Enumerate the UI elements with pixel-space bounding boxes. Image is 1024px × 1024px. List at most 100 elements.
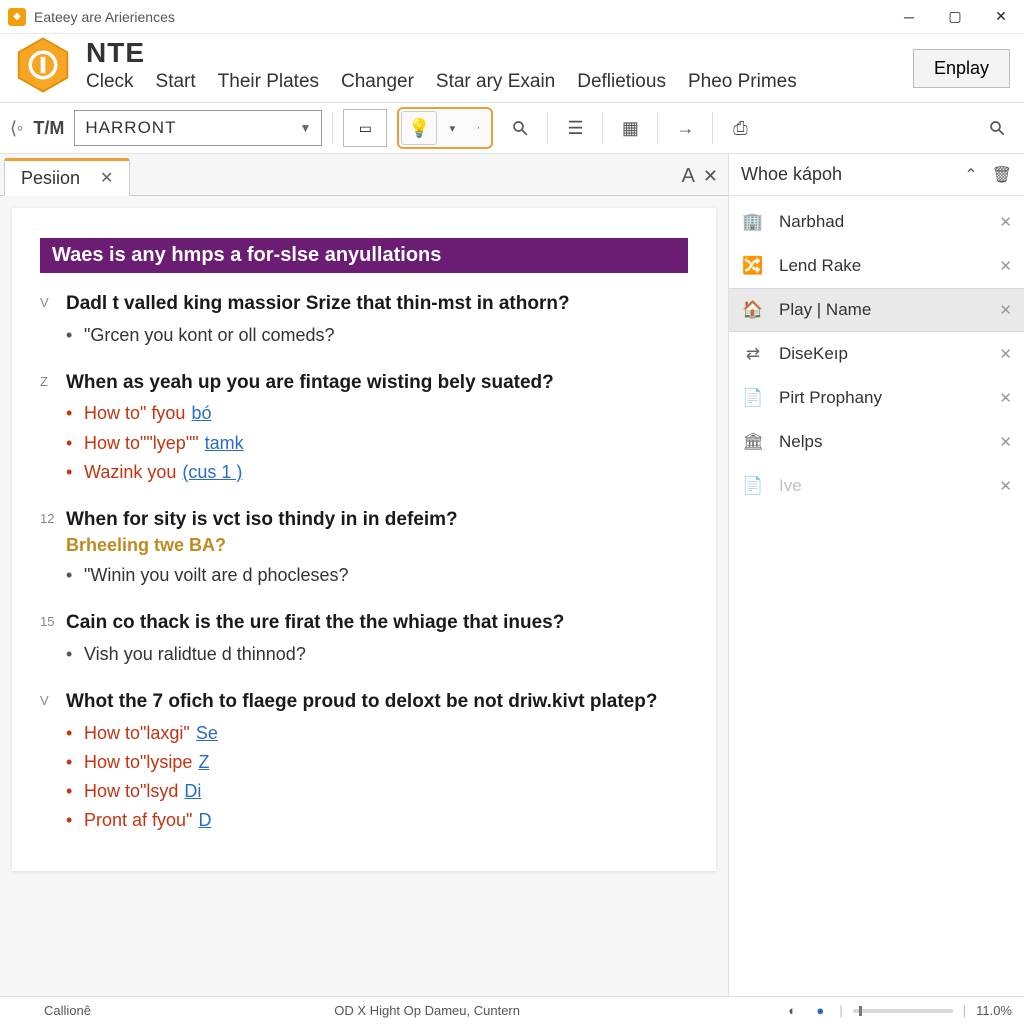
panel-item-close-icon[interactable]: ✕: [999, 433, 1012, 451]
left-pane: Pesiion ✕ A ✕ Waes is any hmps a for-sls…: [0, 154, 728, 996]
question-block: VDadl t valled king massior Srize that t…: [40, 291, 688, 356]
menubar: Cleck Start Their Plates Changer Star ar…: [86, 71, 913, 93]
zoom-slider[interactable]: [853, 1009, 953, 1013]
question-marker: 12: [40, 507, 66, 596]
bulb-icon[interactable]: 💡: [401, 111, 437, 145]
menu-start[interactable]: Start: [156, 71, 196, 93]
panel-item-label: Narbhad: [779, 212, 985, 232]
menu-deflietious[interactable]: Deflietious: [577, 71, 666, 93]
status-center: OD X Hight Op Dameu, Cuntern: [334, 1003, 540, 1018]
status-bar: Callionê OD X Hight Op Dameu, Cuntern ◐ …: [0, 996, 1024, 1024]
panel-item-label: Play | Name: [779, 300, 985, 320]
tab-pesiion[interactable]: Pesiion ✕: [4, 158, 130, 196]
building-icon: 🏢: [741, 210, 765, 234]
bullet-item: Vish you ralidtue d thinnod?: [66, 642, 688, 667]
panel-item-close-icon[interactable]: ✕: [999, 301, 1012, 319]
question-block: 15Cain co thack is the ure firat the the…: [40, 610, 688, 675]
close-button[interactable]: ✕: [978, 0, 1024, 34]
bullet-item: "Grcen you kont or oll comeds?: [66, 323, 688, 348]
panel-item-label: Ive: [779, 476, 985, 496]
tabstrip: Pesiion ✕ A ✕: [0, 154, 728, 196]
bullet-link[interactable]: bó: [191, 401, 211, 426]
question-marker: 15: [40, 610, 66, 675]
tab-label: Pesiion: [21, 168, 80, 189]
app-logo: [14, 36, 72, 94]
font-icon[interactable]: A: [682, 165, 695, 188]
question-marker: V: [40, 689, 66, 841]
menu-cleck[interactable]: Cleck: [86, 71, 134, 93]
grid-icon[interactable]: ▦: [613, 111, 647, 145]
brand-title: NTE: [86, 37, 913, 69]
enplay-button[interactable]: Enplay: [913, 49, 1010, 88]
search-icon[interactable]: [503, 111, 537, 145]
panel-item[interactable]: 📄Pirt Prophany✕: [729, 376, 1024, 420]
building2-icon: 🏛: [741, 430, 765, 454]
panel-item-close-icon[interactable]: ✕: [999, 389, 1012, 407]
panel-item-label: DiseKeıp: [779, 344, 985, 364]
status-right: ◐ ● | | 11.0%: [783, 1002, 1012, 1020]
status-sync-icon[interactable]: ◐: [783, 1002, 801, 1020]
maximize-button[interactable]: ▢: [932, 0, 978, 34]
panel-header: Whoe kápoh ⌃ 🗑: [729, 154, 1024, 196]
bullet-item: Pront af fyou"D: [66, 808, 688, 833]
panel-collapse-icon[interactable]: ⌃: [964, 165, 977, 185]
bullet-item: "Winin you voilt are d phocleses?: [66, 563, 688, 588]
bullet-link[interactable]: Se: [196, 721, 218, 746]
list-icon[interactable]: ☰: [558, 111, 592, 145]
panel-item-close-icon[interactable]: ✕: [999, 477, 1012, 495]
search-right-icon[interactable]: [980, 111, 1014, 145]
status-sep: |: [839, 1003, 842, 1018]
question-block: 12When for sity is vct iso thindy in in …: [40, 507, 688, 596]
bullet-link[interactable]: D: [198, 808, 211, 833]
bullet-link[interactable]: (cus 1 ): [182, 460, 242, 485]
bullet-link[interactable]: Di: [184, 779, 201, 804]
right-panel: Whoe kápoh ⌃ 🗑 🏢Narbhad✕🔀Lend Rake✕🏠Play…: [728, 154, 1024, 996]
document-scroll[interactable]: Waes is any hmps a for-slse anyullations…: [0, 196, 728, 996]
menu-star-ary-exain[interactable]: Star ary Exain: [436, 71, 555, 93]
tool-card-icon[interactable]: ▭: [343, 109, 387, 147]
panel-item-close-icon[interactable]: ✕: [999, 257, 1012, 275]
bulb-more-icon[interactable]: ·: [467, 111, 489, 145]
bullet-item: How to" fyoubó: [66, 401, 688, 426]
question-title: When for sity is vct iso thindy in in de…: [66, 507, 688, 533]
tabstrip-controls: A ✕: [682, 157, 728, 195]
bullet-item: How to"lsydDi: [66, 779, 688, 804]
app-small-icon: ◆: [8, 8, 26, 26]
bullet-item: How to"lysipeZ: [66, 750, 688, 775]
panel-item-label: Nelps: [779, 432, 985, 452]
menu-their-plates[interactable]: Their Plates: [218, 71, 319, 93]
panel-list: 🏢Narbhad✕🔀Lend Rake✕🏠Play | Name✕⇄DiseKe…: [729, 196, 1024, 512]
export-icon[interactable]: ⎙: [723, 111, 757, 145]
status-sep: |: [963, 1003, 966, 1018]
question-block: ZWhen as yeah up you are fintage wisting…: [40, 370, 688, 493]
document-banner: Waes is any hmps a for-slse anyullations: [40, 238, 688, 273]
menu-pheo-primes[interactable]: Pheo Primes: [688, 71, 797, 93]
bullet-link[interactable]: Z: [198, 750, 209, 775]
panel-item[interactable]: 🏛 Nelps ✕: [729, 420, 1024, 464]
panel-item-close-icon[interactable]: ✕: [999, 213, 1012, 231]
nav-back-icon[interactable]: ⟨◦: [10, 118, 23, 139]
panel-item[interactable]: 🏢 Narbhad ✕: [729, 200, 1024, 244]
nav-label: T/M: [33, 118, 64, 139]
panel-item[interactable]: 📄Ive✕: [729, 464, 1024, 508]
panel-item[interactable]: ⇄DiseKeıp✕: [729, 332, 1024, 376]
nav-dropdown[interactable]: HARRONT ▼: [74, 110, 322, 146]
panel-item-close-icon[interactable]: ✕: [999, 345, 1012, 363]
panel-item[interactable]: 🏠Play | Name✕: [729, 288, 1024, 332]
bulb-dropdown-icon[interactable]: ▾: [441, 111, 463, 145]
tab-close-icon[interactable]: ✕: [100, 168, 113, 188]
bullet-item: How to""lyep""tamk: [66, 431, 688, 456]
tool-highlighted-group: 💡 ▾ ·: [397, 107, 493, 149]
pane-close-icon[interactable]: ✕: [703, 166, 718, 187]
menu-changer[interactable]: Changer: [341, 71, 414, 93]
zoom-value[interactable]: 11.0%: [976, 1003, 1012, 1018]
toolbar: ⟨◦ T/M HARRONT ▼ ▭ 💡 ▾ · ☰ ▦ → ⎙: [0, 102, 1024, 154]
panel-trash-icon[interactable]: 🗑: [992, 165, 1012, 185]
bullet-link[interactable]: tamk: [205, 431, 244, 456]
question-title: Cain co thack is the ure firat the the w…: [66, 610, 688, 636]
status-info-icon[interactable]: ●: [811, 1002, 829, 1020]
panel-item[interactable]: 🔀Lend Rake✕: [729, 244, 1024, 288]
minimize-button[interactable]: ─: [886, 0, 932, 34]
arrow-right-icon[interactable]: →: [668, 111, 702, 145]
bullet-item: Wazink you(cus 1 ): [66, 460, 688, 485]
